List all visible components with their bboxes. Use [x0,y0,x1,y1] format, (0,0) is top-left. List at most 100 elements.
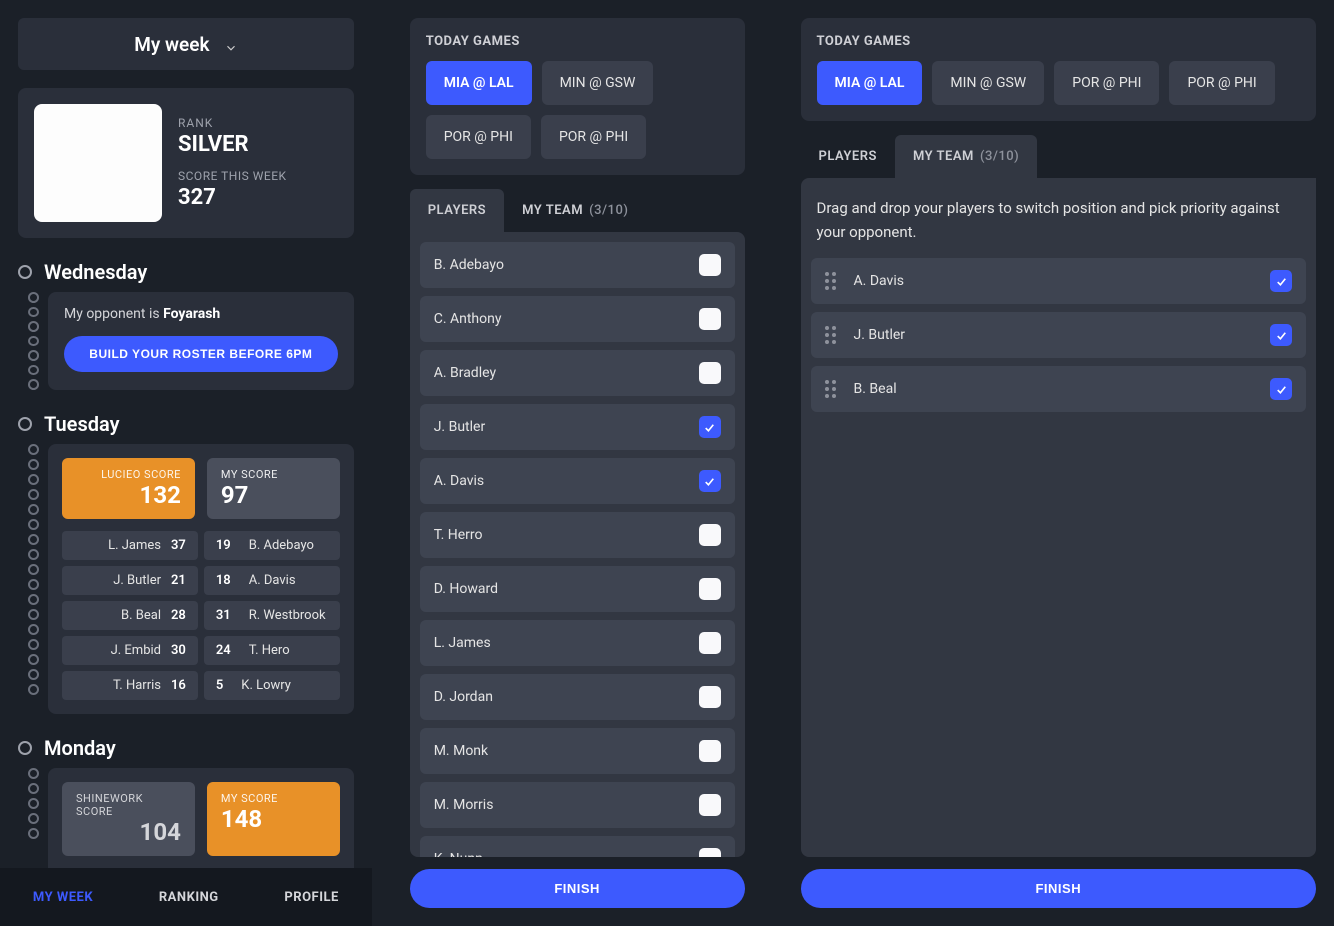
nav-profile[interactable]: PROFILE [284,890,338,905]
game-chip[interactable]: POR @ PHI [1169,61,1274,105]
rank-card: RANK SILVER SCORE THIS WEEK 327 [18,88,354,238]
nav-my-week[interactable]: MY WEEK [33,890,93,905]
player-checkbox[interactable] [699,416,721,438]
game-chip[interactable]: POR @ PHI [541,115,646,159]
score-week-value: 327 [178,185,287,210]
dropdown-label: My week [134,33,209,56]
day-header-wednesday: Wednesday [18,260,354,284]
rank-label: RANK [178,116,287,130]
today-games-card: TODAY GAMES MIA @ LALMIN @ GSWPOR @ PHIP… [410,18,745,175]
score-row: T. Harris165K. Lowry [62,671,340,700]
myteam-body: Drag and drop your players to switch pos… [801,178,1316,857]
match-card-tuesday: LUCIEO SCORE 132 MY SCORE 97 L. James371… [48,444,354,714]
day-header-monday: Monday [18,736,354,760]
tab-players[interactable]: PLAYERS [801,135,895,178]
players-list-body: B. Adebayo C. Anthony A. Bradley J. Butler A… [410,232,745,857]
player-row: T. Herro [420,512,735,558]
player-checkbox[interactable] [699,362,721,384]
today-games-card: TODAY GAMES MIA @ LALMIN @ GSWPOR @ PHIP… [801,18,1316,121]
rank-value: SILVER [178,132,287,157]
game-chip[interactable]: MIA @ LAL [426,61,532,105]
player-checkbox[interactable] [699,632,721,654]
player-checkbox[interactable] [1270,378,1292,400]
rank-badge-icon [34,104,162,222]
player-row: M. Morris [420,782,735,828]
player-name: A. Davis [434,473,484,489]
player-checkbox[interactable] [1270,324,1292,346]
match-card-monday: SHINEWORK SCORE 104 MY SCORE 148 [48,768,354,882]
player-checkbox[interactable] [1270,270,1292,292]
player-row: D. Jordan [420,674,735,720]
week-dropdown[interactable]: My week [18,18,354,70]
day-marker-icon [18,741,32,755]
score-row: L. James3719B. Adebayo [62,531,340,560]
myteam-row[interactable]: B. Beal [811,366,1306,412]
player-row: L. James [420,620,735,666]
player-row: B. Adebayo [420,242,735,288]
player-checkbox[interactable] [699,524,721,546]
player-cell: T. Harris16 [62,671,198,700]
player-name: M. Morris [434,797,494,813]
player-cell: B. Beal28 [62,601,198,630]
score-week-label: SCORE THIS WEEK [178,169,287,183]
player-name: C. Anthony [434,311,502,327]
game-chip[interactable]: POR @ PHI [426,115,531,159]
player-name: B. Beal [854,381,1252,397]
player-checkbox[interactable] [699,740,721,762]
finish-button[interactable]: FINISH [410,869,745,908]
opponent-text: My opponent is Foyarash [64,306,338,322]
tab-myteam[interactable]: MY TEAM(3/10) [504,189,646,232]
section-title: TODAY GAMES [817,34,1300,49]
player-checkbox[interactable] [699,254,721,276]
game-chip[interactable]: MIA @ LAL [817,61,923,105]
player-row: J. Butler [420,404,735,450]
drag-handle-icon[interactable] [825,326,836,344]
player-cell: L. James37 [62,531,198,560]
day-marker-icon [18,265,32,279]
myteam-row[interactable]: J. Butler [811,312,1306,358]
player-name: D. Howard [434,581,498,597]
player-row: C. Anthony [420,296,735,342]
player-cell: J. Embid30 [62,636,198,665]
game-chip[interactable]: POR @ PHI [1054,61,1159,105]
player-checkbox[interactable] [699,848,721,857]
tab-myteam[interactable]: MY TEAM(3/10) [895,135,1037,178]
player-checkbox[interactable] [699,578,721,600]
nav-ranking[interactable]: RANKING [159,890,219,905]
panel-myweek: My week RANK SILVER SCORE THIS WEEK 327 … [0,0,372,926]
player-checkbox[interactable] [699,470,721,492]
game-chip[interactable]: MIN @ GSW [542,61,654,105]
day-header-tuesday: Tuesday [18,412,354,436]
opponent-score-box: SHINEWORK SCORE 104 [62,782,195,856]
game-chip[interactable]: MIN @ GSW [932,61,1044,105]
player-name: M. Monk [434,743,488,759]
panel-myteam: TODAY GAMES MIA @ LALMIN @ GSWPOR @ PHIP… [783,0,1334,926]
myteam-row[interactable]: A. Davis [811,258,1306,304]
player-checkbox[interactable] [699,686,721,708]
player-name: J. Butler [854,327,1252,343]
bottom-nav: MY WEEK RANKING PROFILE [0,868,372,926]
finish-button[interactable]: FINISH [801,869,1316,908]
section-title: TODAY GAMES [426,34,729,49]
score-row: J. Embid3024T. Hero [62,636,340,665]
player-name: T. Herro [434,527,483,543]
player-name: A. Bradley [434,365,496,381]
player-name: B. Adebayo [434,257,504,273]
next-match-card: My opponent is Foyarash BUILD YOUR ROSTE… [48,292,354,390]
player-checkbox[interactable] [699,308,721,330]
chevron-down-icon [224,37,238,51]
player-cell: 31R. Westbrook [204,601,340,630]
player-name: L. James [434,635,491,651]
player-cell: 24T. Hero [204,636,340,665]
drag-handle-icon[interactable] [825,272,836,290]
player-checkbox[interactable] [699,794,721,816]
player-cell: 18A. Davis [204,566,340,595]
build-roster-button[interactable]: BUILD YOUR ROSTER BEFORE 6PM [64,336,338,372]
tab-players[interactable]: PLAYERS [410,189,504,232]
player-row: A. Davis [420,458,735,504]
panel-players: TODAY GAMES MIA @ LALMIN @ GSWPOR @ PHIP… [392,0,763,926]
player-cell: 5K. Lowry [204,671,340,700]
opponent-score-box: LUCIEO SCORE 132 [62,458,195,519]
drag-handle-icon[interactable] [825,380,836,398]
my-score-box: MY SCORE 97 [207,458,340,519]
